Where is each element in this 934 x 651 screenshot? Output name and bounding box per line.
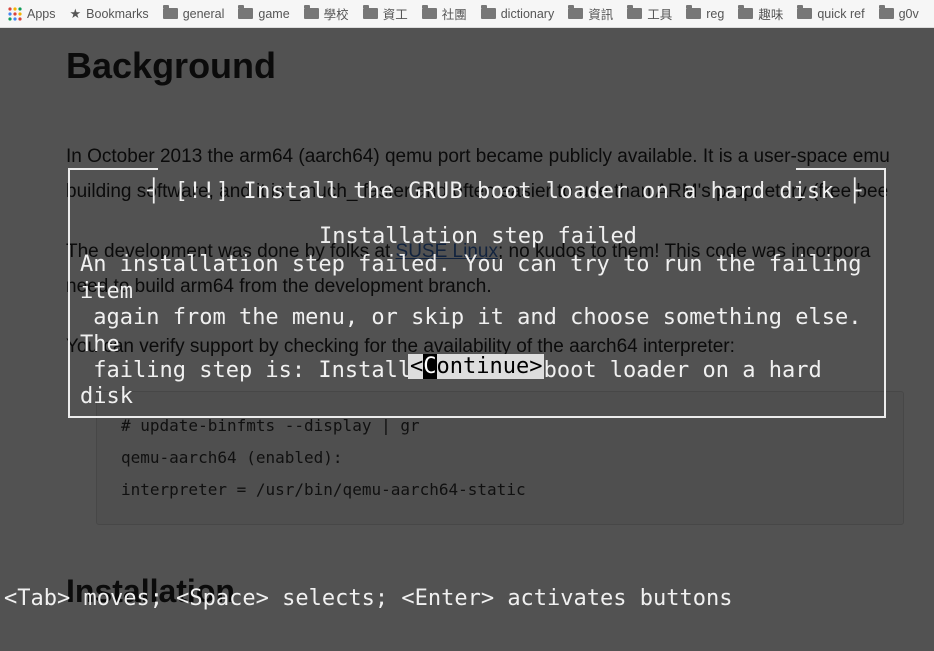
bookmark-folder-label: 資工	[383, 4, 408, 23]
folder-icon	[304, 8, 319, 19]
folder-icon	[738, 8, 753, 19]
bookmark-folder-label: g0v	[899, 7, 919, 21]
bookmark-folder-label: general	[183, 7, 225, 21]
continue-angle-open: <	[410, 354, 423, 379]
bookmarks-bar: Apps ★ Bookmarks general game 學校 資工 社團 d…	[0, 0, 934, 28]
bookmark-folder-label: 學校	[324, 4, 349, 23]
continue-button[interactable]: <Continue>	[408, 354, 544, 379]
bookmark-folder[interactable]: reg	[686, 7, 724, 21]
bookmark-folder[interactable]: 學校	[304, 4, 349, 23]
bookmark-folder[interactable]: game	[238, 7, 289, 21]
bookmark-folder-label: 資訊	[588, 4, 613, 23]
bookmark-folder[interactable]: 工具	[627, 4, 672, 23]
bookmarks-main-label: Bookmarks	[86, 7, 149, 21]
bookmark-folder-label: dictionary	[501, 7, 555, 21]
bookmark-folder-label: 工具	[647, 4, 672, 23]
folder-icon	[627, 8, 642, 19]
continue-selected-char: C	[423, 354, 436, 379]
folder-icon	[797, 8, 812, 19]
apps-button[interactable]: Apps	[8, 7, 56, 21]
apps-grid-icon	[8, 7, 22, 21]
bookmark-folder[interactable]: quick ref	[797, 7, 864, 21]
bookmark-folder[interactable]: dictionary	[481, 7, 555, 21]
folder-icon	[879, 8, 894, 19]
folder-icon	[238, 8, 253, 19]
bookmark-folder[interactable]: g0v	[879, 7, 919, 21]
bookmark-folder-label: game	[258, 7, 289, 21]
bookmark-folder-label: 社團	[442, 4, 467, 23]
folder-icon	[686, 8, 701, 19]
bookmark-folder[interactable]: 資訊	[568, 4, 613, 23]
bookmark-folder[interactable]: 資工	[363, 4, 408, 23]
apps-label: Apps	[27, 7, 56, 21]
folder-icon	[568, 8, 583, 19]
dialog-message: An installation step failed. You can try…	[78, 252, 878, 410]
folder-icon	[163, 8, 178, 19]
dialog-body: Installation step failed An installation…	[78, 224, 878, 411]
bookmark-folder-label: reg	[706, 7, 724, 21]
key-hint-bar: <Tab> moves; <Space> selects; <Enter> ac…	[4, 586, 732, 611]
star-icon: ★	[70, 6, 82, 22]
bookmark-folder[interactable]: 社團	[422, 4, 467, 23]
continue-rest: ontinue>	[437, 354, 543, 379]
bookmark-folder[interactable]: 趣味	[738, 4, 783, 23]
dialog-header: Installation step failed	[78, 224, 878, 250]
bookmark-folder[interactable]: general	[163, 7, 225, 21]
folder-icon	[481, 8, 496, 19]
bookmark-folder-label: quick ref	[817, 7, 864, 21]
bookmarks-main[interactable]: ★ Bookmarks	[70, 6, 149, 22]
folder-icon	[422, 8, 437, 19]
bookmark-folder-label: 趣味	[758, 4, 783, 23]
folder-icon	[363, 8, 378, 19]
